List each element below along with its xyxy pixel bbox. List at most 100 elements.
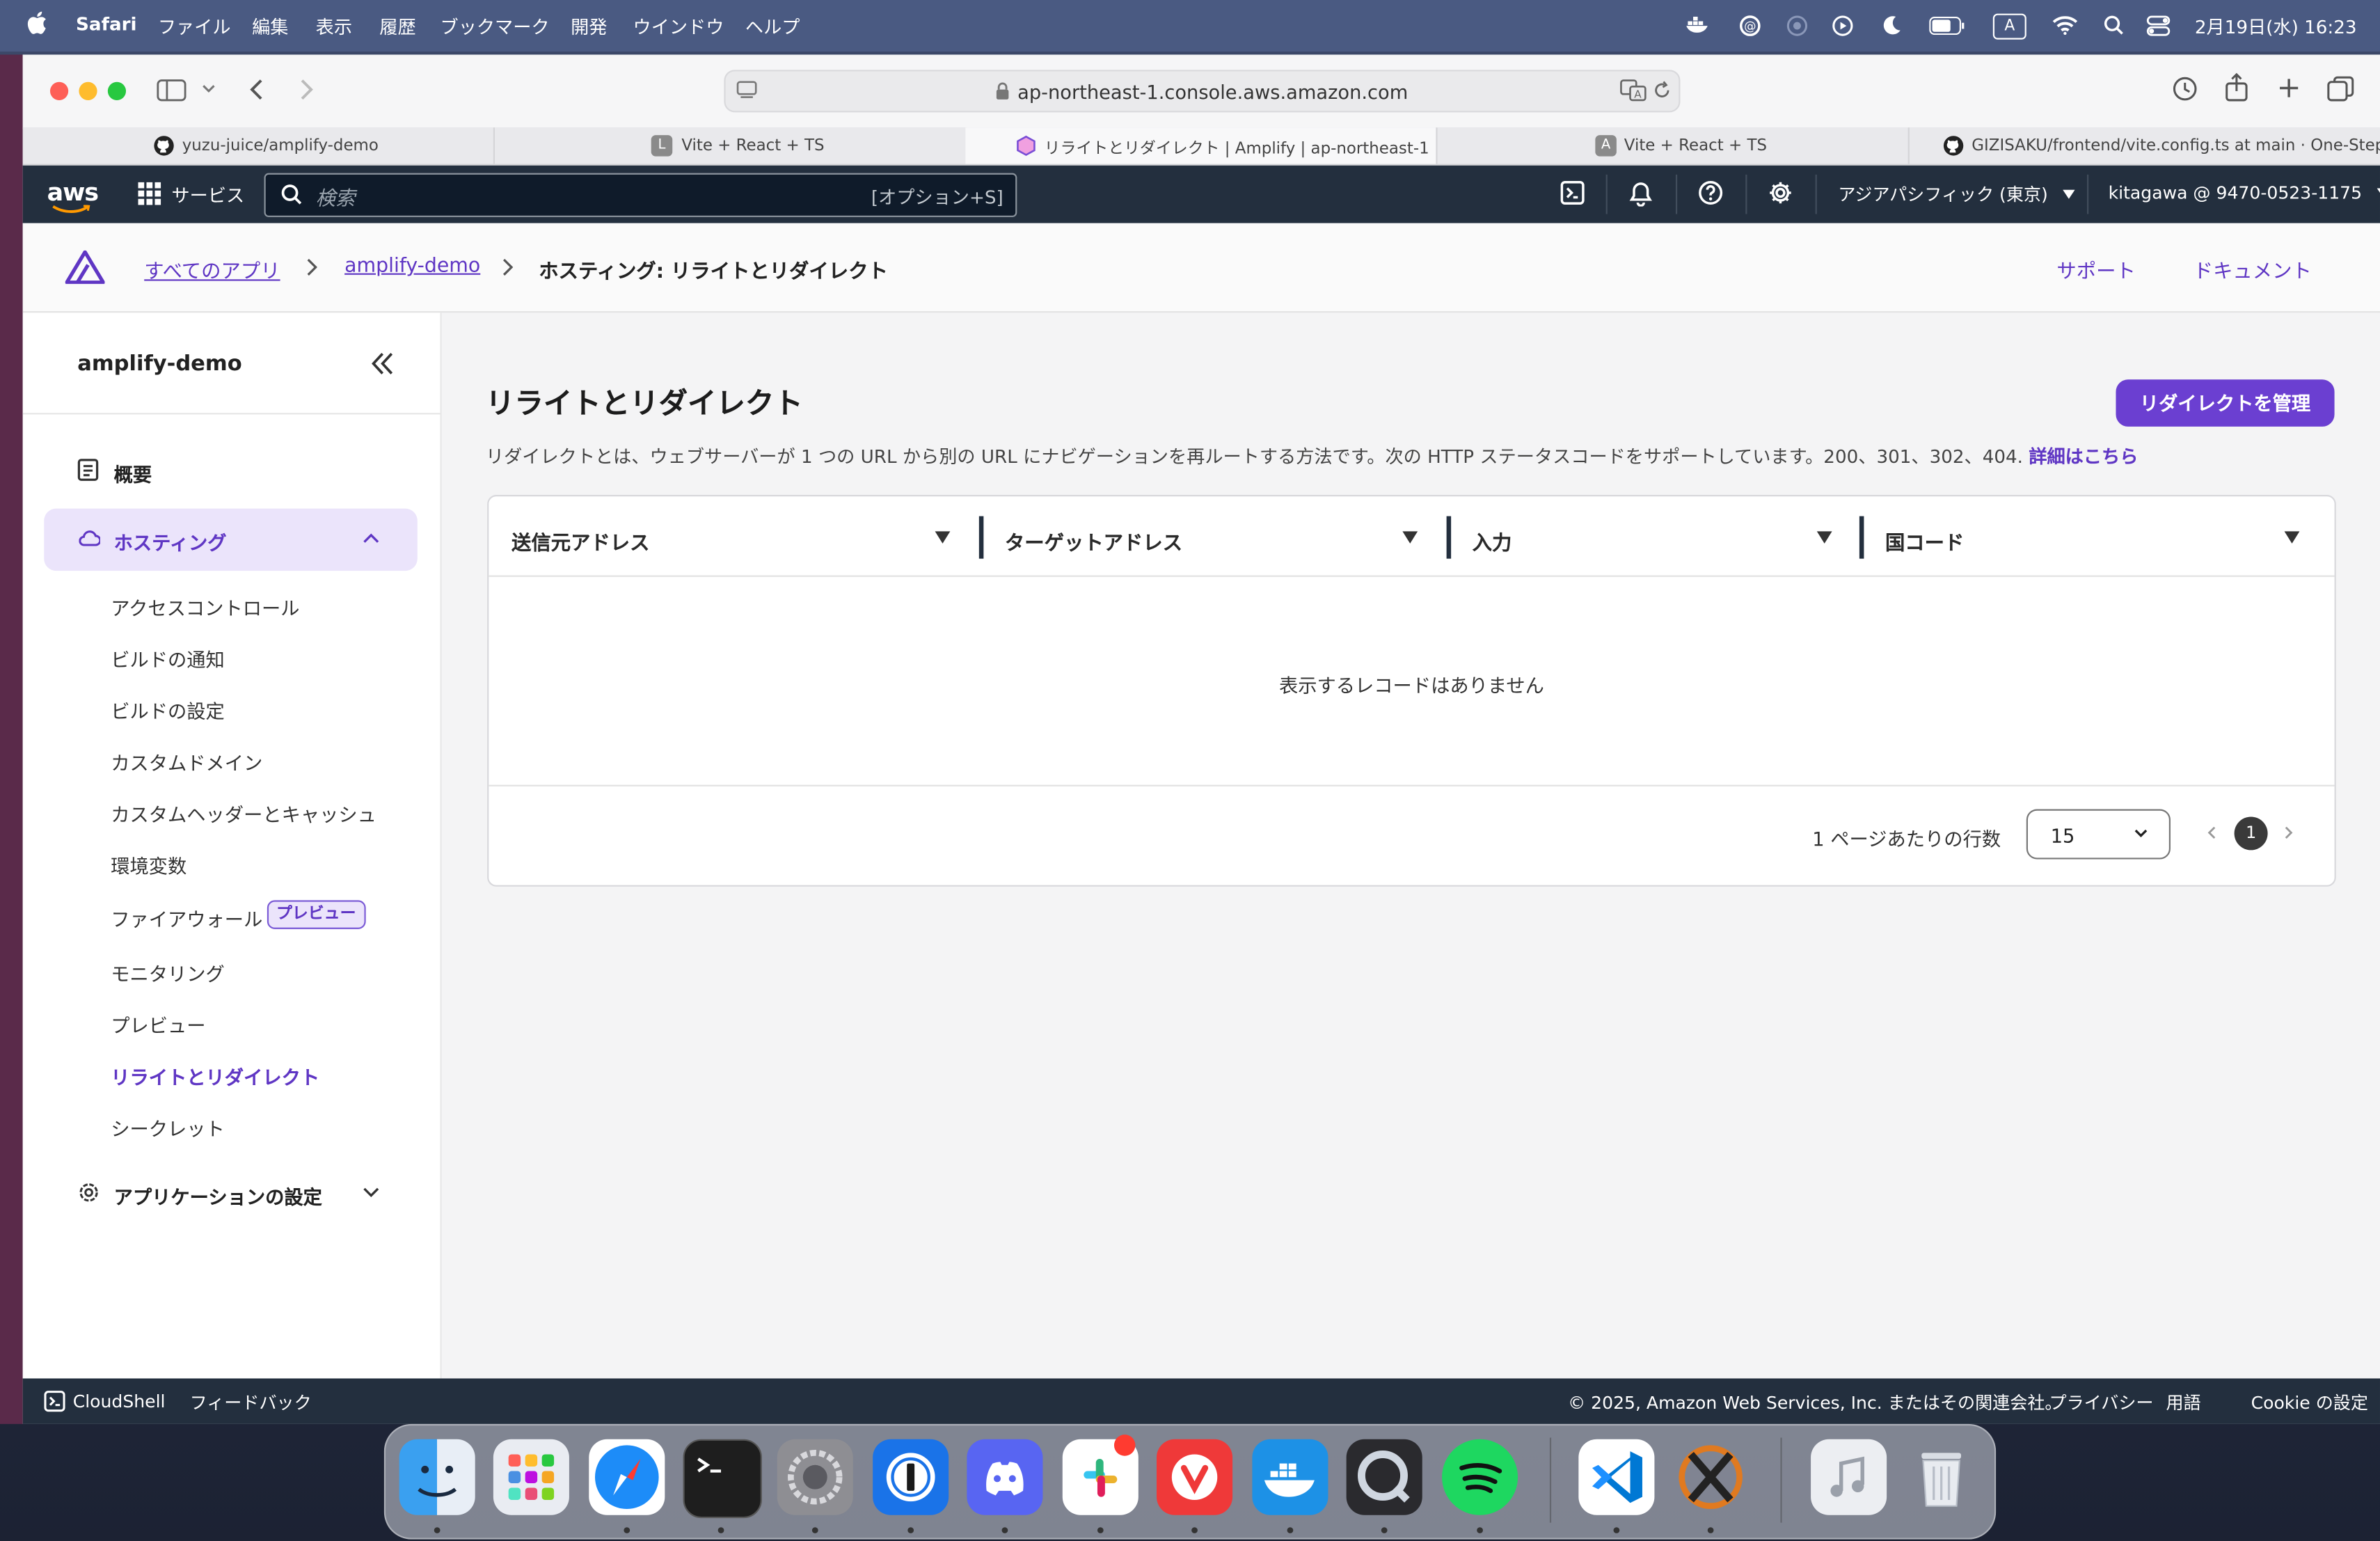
new-tab-plus-icon[interactable] [2278, 77, 2300, 99]
safari-icon[interactable] [589, 1439, 665, 1515]
sidebar-item-environment-variables[interactable]: 環境変数 [111, 850, 187, 878]
account-menu[interactable]: kitagawa @ 9470-0523-1175 [2109, 182, 2380, 203]
menu-view[interactable]: 表示 [316, 14, 352, 40]
address-bar[interactable]: ap-northeast-1.console.aws.amazon.com A [724, 70, 1681, 113]
xquartz-icon[interactable] [1673, 1439, 1749, 1515]
browser-tab-5[interactable]: GIZISAKU/frontend/vite.config.ts at main… [1908, 127, 2380, 164]
notifications-bell-icon[interactable] [1628, 181, 1653, 207]
next-page-chevron-icon[interactable] [2285, 826, 2294, 840]
column-resizer[interactable] [1446, 516, 1452, 559]
tab-group-chevron-down-icon[interactable] [202, 84, 216, 94]
battery-icon[interactable] [1929, 16, 1965, 35]
quicktime-icon[interactable] [1346, 1439, 1422, 1515]
vscode-icon[interactable] [1578, 1439, 1655, 1515]
previous-page-chevron-icon[interactable] [2207, 826, 2216, 840]
sidebar-item-custom-headers[interactable]: カスタムヘッダーとキャッシュ [111, 798, 376, 827]
privacy-link[interactable]: プライバシー [2049, 1391, 2154, 1415]
sidebar-item-app-settings[interactable]: アプリケーションの設定 [77, 1180, 396, 1210]
sidebar-item-custom-domains[interactable]: カスタムドメイン [111, 747, 262, 775]
chevron-down-icon[interactable] [363, 1187, 379, 1198]
cookie-settings-link[interactable]: Cookie の設定 [2251, 1391, 2368, 1415]
breadcrumb-app[interactable]: amplify-demo [344, 255, 480, 278]
aws-search-input[interactable]: 検索 [オプション+S] [264, 173, 1017, 217]
help-question-icon[interactable] [1699, 180, 1723, 205]
browser-tab-4[interactable]: A Vite + React + TS [1436, 127, 1910, 164]
close-window-button[interactable] [49, 81, 69, 100]
docker-status-icon[interactable] [1685, 15, 1709, 33]
support-link[interactable]: サポート [2056, 255, 2135, 284]
translate-icon[interactable]: A [1619, 79, 1647, 102]
services-grid-icon[interactable] [138, 182, 161, 205]
menu-help[interactable]: ヘルプ [745, 14, 800, 40]
sidebar-item-firewall[interactable]: ファイアウォール [111, 903, 262, 932]
sort-caret-down-icon[interactable] [1816, 531, 1832, 544]
share-icon[interactable] [2226, 72, 2248, 102]
menu-app-name[interactable]: Safari [76, 14, 136, 35]
menu-clock[interactable]: 2月19日(水) 16:23 [2195, 14, 2357, 40]
history-clock-icon[interactable] [2172, 76, 2198, 102]
cloudshell-icon[interactable] [44, 1391, 65, 1412]
sidebar-item-previews[interactable]: プレビュー [111, 1009, 205, 1038]
docker-icon[interactable] [1252, 1439, 1328, 1515]
browser-tab-1[interactable]: yuzu-juice/amplify-demo [23, 127, 495, 164]
1password-icon[interactable] [873, 1439, 949, 1515]
discord-icon[interactable] [967, 1439, 1043, 1515]
rows-per-page-select[interactable]: 15 [2026, 809, 2171, 860]
spotify-icon[interactable] [1442, 1439, 1518, 1515]
current-page-indicator[interactable]: 1 [2234, 816, 2268, 851]
chevron-up-icon[interactable] [363, 533, 379, 544]
system-settings-icon[interactable] [777, 1439, 853, 1515]
region-selector[interactable]: アジアパシフィック (東京) [1838, 182, 2075, 207]
manage-redirects-button[interactable]: リダイレクトを管理 [2116, 379, 2335, 427]
cloudshell-icon[interactable] [1560, 180, 1585, 205]
menu-edit[interactable]: 編集 [252, 14, 288, 40]
settings-gear-icon[interactable] [1768, 181, 1793, 205]
sidebar-item-access-control[interactable]: アクセスコントロール [111, 592, 299, 621]
trash-icon[interactable] [1903, 1439, 1979, 1515]
sidebar-item-build-notifications[interactable]: ビルドの通知 [111, 644, 225, 672]
menu-bookmarks[interactable]: ブックマーク [441, 14, 550, 40]
menu-develop[interactable]: 開発 [571, 14, 607, 40]
terminal-icon[interactable] [683, 1439, 762, 1519]
vivaldi-icon[interactable] [1157, 1439, 1233, 1515]
play-status-icon[interactable] [1832, 15, 1854, 37]
sidebar-item-secrets[interactable]: シークレット [111, 1113, 225, 1141]
back-icon[interactable] [249, 77, 264, 102]
control-center-icon[interactable] [2146, 15, 2171, 37]
wifi-icon[interactable] [2052, 15, 2078, 35]
cloudshell-link[interactable]: CloudShell [73, 1391, 166, 1412]
sort-caret-down-icon[interactable] [2284, 531, 2300, 544]
sidebar-item-rewrites-redirects[interactable]: リライトとリダイレクト [111, 1061, 319, 1090]
learn-more-link[interactable]: 詳細はこちら [2029, 446, 2138, 468]
airdrop-status-icon[interactable] [1786, 15, 1808, 37]
zoom-window-button[interactable] [107, 81, 127, 100]
sidebar-toggle-icon[interactable] [157, 79, 187, 102]
sort-caret-down-icon[interactable] [935, 531, 951, 544]
launchpad-icon[interactable] [493, 1439, 569, 1515]
vpn-status-icon[interactable]: @ [1738, 14, 1762, 38]
sidebar-item-build-settings[interactable]: ビルドの設定 [111, 695, 225, 724]
menu-history[interactable]: 履歴 [379, 14, 415, 40]
breadcrumb-all-apps[interactable]: すべてのアプリ [144, 255, 280, 284]
forward-icon[interactable] [299, 77, 315, 102]
column-resizer[interactable] [1859, 516, 1864, 559]
feedback-link[interactable]: フィードバック [190, 1391, 312, 1415]
amplify-logo-icon[interactable] [65, 250, 105, 284]
spotlight-search-icon[interactable] [2104, 15, 2123, 35]
sort-caret-down-icon[interactable] [1402, 531, 1418, 544]
minimize-window-button[interactable] [79, 81, 97, 100]
browser-tab-3-active[interactable]: リライトとリダイレクト | Amplify | ap-northeast-1 [965, 127, 1438, 164]
terms-link[interactable]: 用語 [2166, 1391, 2200, 1415]
documentation-link[interactable]: ドキュメント [2193, 255, 2312, 284]
music-icon[interactable] [1811, 1439, 1887, 1515]
column-header-country-code[interactable]: 国コード [1885, 527, 1964, 556]
apple-menu-icon[interactable] [27, 10, 47, 35]
column-header-target[interactable]: ターゲットアドレス [1005, 527, 1182, 556]
sidebar-item-hosting[interactable]: ホスティング [44, 508, 418, 571]
sidebar-item-monitoring[interactable]: モニタリング [111, 958, 225, 986]
menu-file[interactable]: ファイル [158, 14, 231, 40]
column-resizer[interactable] [978, 516, 984, 559]
collapse-sidebar-icon[interactable] [370, 352, 395, 375]
aws-logo[interactable]: aws [47, 177, 99, 206]
finder-icon[interactable] [399, 1439, 475, 1515]
